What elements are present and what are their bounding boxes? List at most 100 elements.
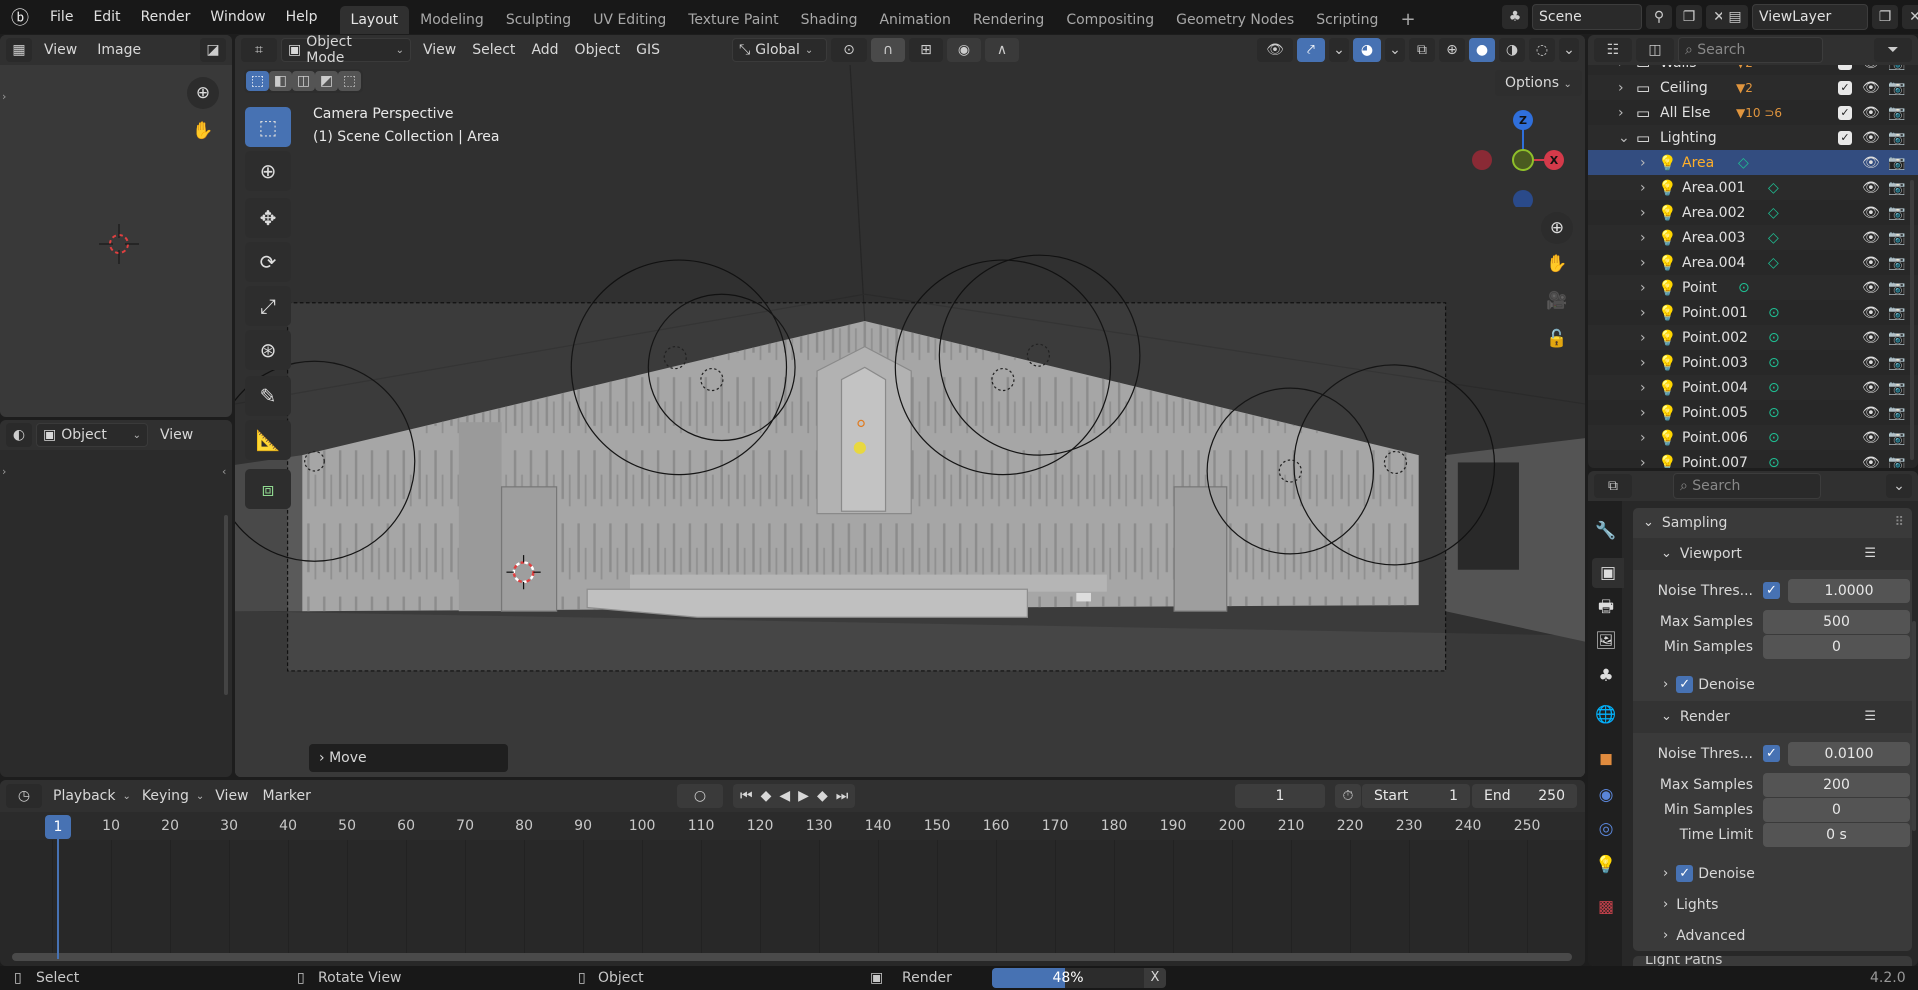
zoom-icon[interactable]: ⊕ [1541,212,1573,244]
chevron-right-icon[interactable]: › [1640,180,1646,196]
chevron-right-icon[interactable]: › [1618,105,1624,121]
scene-icon[interactable]: ♣ [1502,5,1528,29]
viewport-denoise-row[interactable]: › ✓ Denoise [1633,672,1912,697]
render-camera-icon[interactable]: 📷 [1888,330,1905,346]
render-camera-icon[interactable]: 📷 [1888,455,1905,469]
object-icon[interactable]: ◼ [1592,744,1620,774]
render-camera-icon[interactable]: 📷 [1888,405,1905,421]
filter-view-icon[interactable]: ◫ [1636,38,1674,62]
shading-wireframe-icon[interactable]: ⊕ [1439,38,1465,62]
sampling-panel-header[interactable]: ⌄ Sampling ⠿ [1633,510,1912,535]
selectability-visibility-icon[interactable]: 👁 [1257,38,1293,62]
chevron-right-icon[interactable]: › [1640,280,1646,296]
tab-modeling[interactable]: Modeling [409,6,495,34]
eye-icon[interactable]: 👁 [1862,230,1880,246]
point-light-data-icon[interactable]: ⊙ [1768,430,1780,446]
editor-type-icon[interactable]: ⌗ [241,38,277,62]
render-camera-icon[interactable]: 📷 [1888,80,1905,96]
select-subtract-icon[interactable]: ◫ [292,71,315,91]
chevron-down-icon[interactable]: ⌄ [1329,38,1349,62]
render-camera-icon[interactable]: 📷 [1888,130,1905,146]
advanced-subpanel-header[interactable]: › Advanced [1633,923,1912,948]
tab-geometry-nodes[interactable]: Geometry Nodes [1165,6,1305,34]
point-light-data-icon[interactable]: ⊙ [1768,455,1780,469]
jump-end-icon[interactable]: ⏭ [833,784,852,808]
playhead-line[interactable] [57,839,59,959]
collapse-arrow[interactable]: ‹ [222,465,226,478]
menu-help[interactable]: Help [276,0,328,34]
viewport-scene[interactable] [235,65,1585,777]
menu-object[interactable]: Object [567,35,629,65]
tab-layout[interactable]: Layout [339,6,410,34]
play-reverse-icon[interactable]: ◀ [776,784,793,808]
render-time-limit-field[interactable]: 0 s [1763,822,1910,847]
area-light-data-icon[interactable]: ◇ [1768,180,1779,196]
point-light-data-icon[interactable]: ⊙ [1768,355,1780,371]
texture-icon[interactable]: ▩ [1592,892,1620,922]
chevron-right-icon[interactable]: › [1618,80,1624,96]
menu-image[interactable]: Image [89,35,149,65]
outliner-item[interactable]: › ▭ Ceiling ▼2 ✓ 👁 📷 [1588,75,1918,100]
chevron-right-icon[interactable]: › [1640,330,1646,346]
editor-type-icon[interactable]: ◷ [6,784,42,808]
outliner-item[interactable]: › 💡 Point.007 ⊙ 👁 📷 [1588,450,1918,469]
preview-range-icon[interactable]: ⏱ [1335,784,1361,808]
render-max-samples-field[interactable]: 200 [1763,772,1910,797]
falloff-icon[interactable]: ∧ [985,38,1020,62]
auto-keying-icon[interactable]: ○ [677,784,723,808]
delete-view-layer-icon[interactable]: ✕ [1902,5,1918,29]
render-camera-icon[interactable]: 📷 [1888,155,1905,171]
expand-arrow[interactable]: › [2,465,6,478]
select-extend-icon[interactable]: ◧ [269,71,292,91]
viewport-min-samples-field[interactable]: 0 [1763,634,1910,659]
outliner-item[interactable]: › 💡 Area ◇ 👁 📷 [1588,150,1918,175]
outliner-item[interactable]: › 💡 Point.003 ⊙ 👁 📷 [1588,350,1918,375]
eye-icon[interactable]: 👁 [1862,405,1880,421]
drag-handle-icon[interactable]: ⠿ [1894,515,1904,530]
snap-icon[interactable]: ∩ [871,38,906,62]
new-view-layer-icon[interactable]: ❐ [1872,5,1898,29]
chevron-right-icon[interactable]: › [1640,230,1646,246]
tool-icon[interactable]: 🔧 [1592,516,1620,546]
area-light-data-icon[interactable]: ◇ [1768,205,1779,221]
camera-view-icon[interactable]: 🎥 [1541,285,1573,317]
render-camera-icon[interactable]: 📷 [1888,305,1905,321]
render-denoise-checkbox[interactable]: ✓ [1676,865,1694,882]
viewport-denoise-checkbox[interactable]: ✓ [1676,676,1694,693]
point-light-data-icon[interactable]: ⊙ [1768,405,1780,421]
menu-render[interactable]: Render [131,0,201,34]
view-layer-field[interactable]: ViewLayer [1752,4,1868,30]
chevron-down-icon[interactable]: ⌄ [1618,130,1630,146]
scene-icon[interactable]: ♣ [1592,661,1620,691]
menu-add[interactable]: Add [523,35,566,65]
outliner-item[interactable]: › 💡 Area.004 ◇ 👁 📷 [1588,250,1918,275]
prev-keyframe-icon[interactable]: ◆ [758,784,775,808]
outliner-search-input[interactable]: ⌕ Search [1678,37,1823,63]
point-light-data-icon[interactable]: ⊙ [1738,280,1750,296]
outliner-item[interactable]: › 💡 Area.002 ◇ 👁 📷 [1588,200,1918,225]
eye-icon[interactable]: 👁 [1862,255,1880,271]
chevron-right-icon[interactable]: › [1640,205,1646,221]
render-subpanel-header[interactable]: ⌄ Render ☰ [1633,704,1912,729]
timeline-grid[interactable] [0,840,1585,954]
area-light-data-icon[interactable]: ◇ [1738,155,1749,171]
area-light-data-icon[interactable]: ◇ [1768,255,1779,271]
filter-icon[interactable]: ⏷ [1874,38,1912,62]
outliner-item[interactable]: › 💡 Point.001 ⊙ 👁 📷 [1588,300,1918,325]
render-camera-icon[interactable]: 📷 [1888,105,1905,121]
select-invert-icon[interactable]: ◩ [315,71,338,91]
eye-icon[interactable]: 👁 [1862,455,1880,469]
point-light-data-icon[interactable]: ⊙ [1768,380,1780,396]
options-button[interactable]: Options ⌄ [1495,70,1582,96]
point-light-data-icon[interactable]: ⊙ [1768,330,1780,346]
eye-icon[interactable]: 👁 [1862,355,1880,371]
chevron-right-icon[interactable]: › [1640,355,1646,371]
menu-edit[interactable]: Edit [83,0,130,34]
eye-icon[interactable]: 👁 [1862,380,1880,396]
area-light-data-icon[interactable]: ◇ [1768,230,1779,246]
properties-scrollbar[interactable] [1912,621,1916,831]
blender-logo-icon[interactable]: ⓑ [0,4,40,30]
viewport-noise-threshold-field[interactable]: 1.0000 [1788,578,1910,603]
outliner-item[interactable]: › 💡 Point ⊙ 👁 📷 [1588,275,1918,300]
image-browse-icon[interactable]: ◪ [200,38,226,62]
